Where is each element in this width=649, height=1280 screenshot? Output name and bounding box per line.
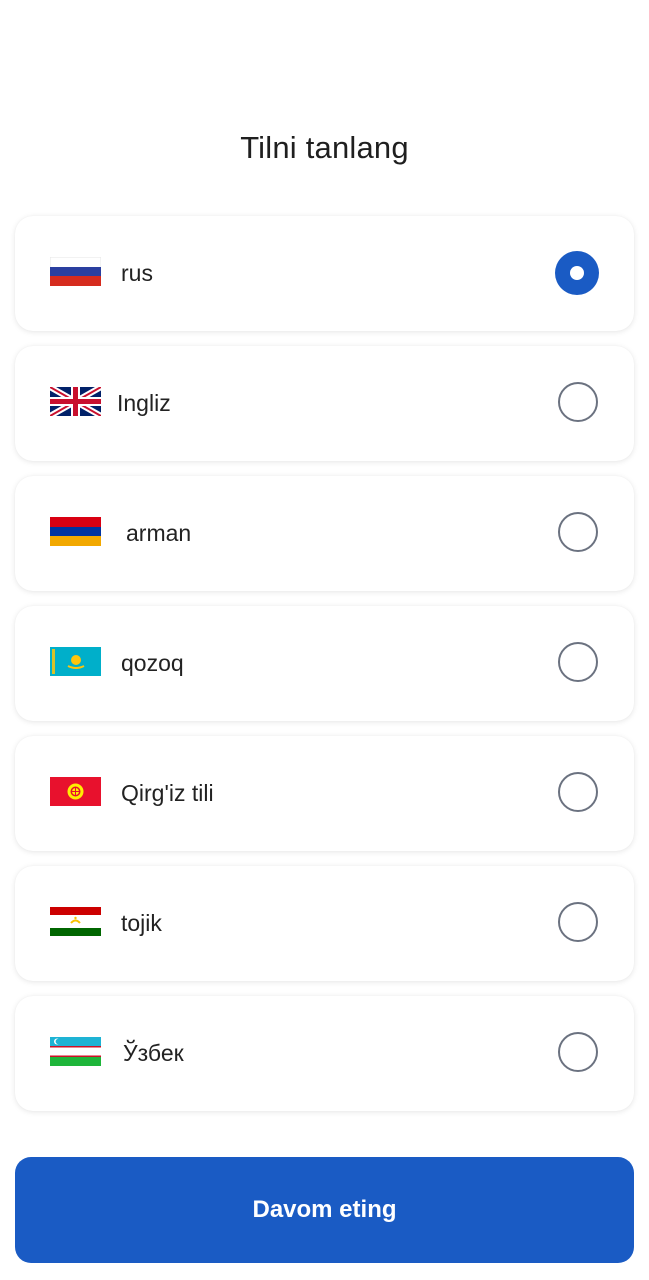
language-option-kazakh[interactable]: qozoq <box>15 606 634 721</box>
language-option-kyrgyz[interactable]: Qirg'iz tili <box>15 736 634 851</box>
page-title: Tilni tanlang <box>240 130 409 165</box>
radio-unselected[interactable] <box>558 642 598 682</box>
radio-unselected[interactable] <box>558 512 598 552</box>
language-label: Ingliz <box>117 390 171 416</box>
language-option-uzbek[interactable]: Ўзбек <box>15 996 634 1111</box>
radio-unselected[interactable] <box>558 1032 598 1072</box>
kyrgyzstan-flag-icon <box>50 777 101 806</box>
russia-flag-icon <box>50 257 101 286</box>
continue-button[interactable]: Davom eting <box>15 1157 634 1263</box>
language-option-tajik[interactable]: tojik <box>15 866 634 981</box>
radio-unselected[interactable] <box>558 902 598 942</box>
language-label: rus <box>121 260 153 286</box>
armenia-flag-icon <box>50 517 101 546</box>
language-label: tojik <box>121 910 162 936</box>
uk-flag-icon <box>50 387 101 416</box>
kazakhstan-flag-icon <box>50 647 101 676</box>
language-label: Qirg'iz tili <box>121 780 214 806</box>
language-label: qozoq <box>121 650 184 676</box>
language-option-english[interactable]: Ingliz <box>15 346 634 461</box>
tajikistan-flag-icon <box>50 907 101 936</box>
language-list: rus Ingliz arman qozoq Qirg'iz tili toji… <box>15 216 634 1126</box>
radio-selected[interactable] <box>555 251 599 295</box>
language-option-armenian[interactable]: arman <box>15 476 634 591</box>
language-option-russian[interactable]: rus <box>15 216 634 331</box>
radio-unselected[interactable] <box>558 772 598 812</box>
uzbekistan-flag-icon <box>50 1037 101 1066</box>
radio-unselected[interactable] <box>558 382 598 422</box>
language-label: arman <box>126 520 192 546</box>
language-label: Ўзбек <box>123 1040 184 1066</box>
